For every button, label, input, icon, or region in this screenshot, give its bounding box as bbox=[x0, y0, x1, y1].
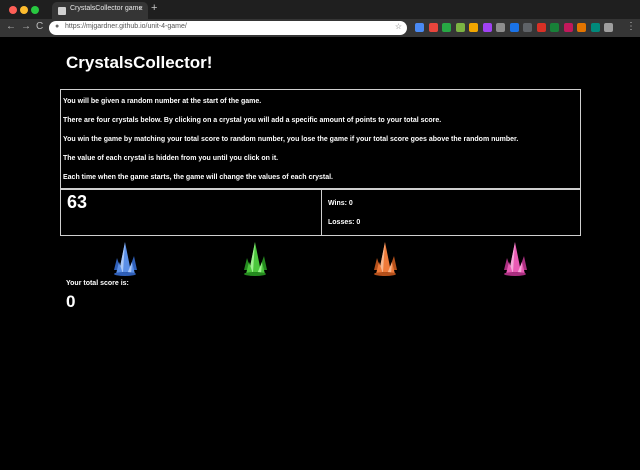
extension-icon[interactable] bbox=[563, 23, 573, 32]
page-icon bbox=[58, 7, 66, 15]
extension-icon[interactable] bbox=[523, 23, 532, 32]
instruction-line: You will be given a random number at the… bbox=[63, 98, 262, 105]
lock-icon: ● bbox=[55, 23, 60, 30]
game-page: CrystalsCollector! You will be given a r… bbox=[0, 37, 640, 470]
instruction-line: Each time when the game starts, the game… bbox=[63, 174, 333, 181]
browser-titlebar: CrystalsCollector game × + bbox=[0, 0, 640, 19]
losses-counter: Losses: 0 bbox=[328, 219, 361, 226]
bookmark-star-icon[interactable]: ☆ bbox=[395, 22, 402, 31]
tab-close-icon[interactable]: × bbox=[138, 4, 143, 13]
address-bar[interactable]: ● https://mjgardner.github.io/unit-4-gam… bbox=[49, 21, 407, 35]
browser-toolbar: ← → C ● https://mjgardner.github.io/unit… bbox=[0, 19, 640, 37]
random-number: 63 bbox=[67, 192, 88, 212]
browser-tab[interactable]: CrystalsCollector game × bbox=[52, 2, 148, 19]
wins-counter: Wins: 0 bbox=[328, 200, 353, 207]
pink-crystal-button[interactable] bbox=[500, 240, 530, 276]
instructions-box: You will be given a random number at the… bbox=[60, 89, 581, 189]
tab-title: CrystalsCollector game bbox=[70, 5, 143, 12]
blue-crystal-button[interactable] bbox=[110, 240, 140, 276]
extension-icon[interactable] bbox=[442, 23, 451, 32]
instruction-line: The value of each crystal is hidden from… bbox=[63, 155, 279, 162]
url-text[interactable]: https://mjgardner.github.io/unit-4-game/ bbox=[65, 23, 187, 30]
extension-icon[interactable] bbox=[482, 23, 492, 32]
back-icon[interactable]: ← bbox=[6, 21, 16, 32]
extension-icon[interactable] bbox=[577, 23, 586, 32]
extension-icon[interactable] bbox=[469, 23, 478, 32]
reload-icon[interactable]: C bbox=[36, 21, 43, 32]
extension-icon[interactable] bbox=[550, 23, 559, 32]
maximize-window-button[interactable] bbox=[31, 6, 39, 14]
instruction-line: You win the game by matching your total … bbox=[63, 136, 519, 143]
extension-icon[interactable] bbox=[428, 23, 438, 32]
extension-icon[interactable] bbox=[496, 23, 505, 32]
extension-icon[interactable] bbox=[509, 23, 519, 32]
extension-icon[interactable] bbox=[590, 23, 600, 32]
minimize-window-button[interactable] bbox=[20, 6, 28, 14]
close-window-button[interactable] bbox=[9, 6, 17, 14]
extension-icon[interactable] bbox=[536, 23, 546, 32]
instruction-line: There are four crystals below. By clicki… bbox=[63, 117, 442, 124]
extension-icon[interactable] bbox=[415, 23, 424, 32]
extension-icon[interactable] bbox=[604, 23, 613, 32]
page-title: CrystalsCollector! bbox=[66, 53, 213, 72]
stats-box: Wins: 0 Losses: 0 bbox=[321, 189, 581, 236]
orange-crystal-button[interactable] bbox=[370, 240, 400, 276]
extension-icon[interactable] bbox=[455, 23, 465, 32]
total-score: 0 bbox=[66, 292, 76, 311]
random-number-box: 63 bbox=[60, 189, 322, 236]
forward-icon[interactable]: → bbox=[21, 21, 31, 32]
browser-menu-icon[interactable]: ⋮ bbox=[626, 21, 636, 32]
green-crystal-button[interactable] bbox=[240, 240, 270, 276]
score-label: Your total score is: bbox=[66, 280, 129, 287]
new-tab-button[interactable]: + bbox=[151, 2, 157, 14]
